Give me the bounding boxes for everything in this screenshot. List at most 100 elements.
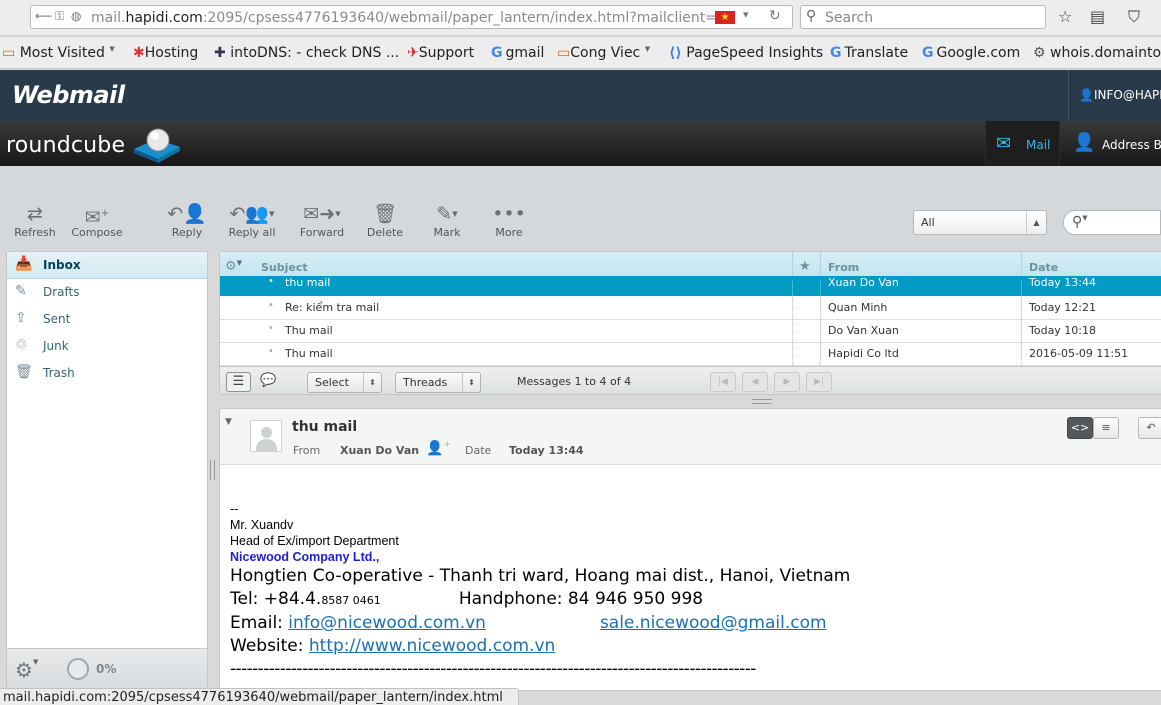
flag-star-icon[interactable]: ★: [799, 259, 811, 274]
signature-separator: --: [230, 502, 239, 516]
email-link-sale[interactable]: sale.nicewood@gmail.com: [600, 613, 827, 633]
forward-button[interactable]: ✉➜▼ Forward: [296, 202, 348, 244]
bookmark-google[interactable]: G Google.com: [922, 45, 1020, 61]
more-button[interactable]: ••• More: [486, 202, 532, 244]
preview-header: ▼ thu mail From Xuan Do Van 👤+ Date Toda…: [220, 409, 1161, 465]
row-date: 2016-05-09 11:51: [1029, 347, 1129, 360]
bookmark-pagespeed[interactable]: ⟨⟩ PageSpeed Insights: [669, 45, 823, 61]
signature-address: Hongtien Co-operative - Thanh tri ward, …: [230, 566, 851, 586]
reading-list-icon[interactable]: ▤: [1090, 7, 1105, 26]
bookmark-gmail[interactable]: Ggmail: [491, 45, 544, 61]
mail-toolbar: ⇄ Refresh ✉+ Compose ↶👤 Reply ↶👥▼ Reply all …: [0, 166, 1161, 250]
message-preview: ▼ thu mail From Xuan Do Van 👤+ Date Toda…: [219, 408, 1161, 691]
refresh-button[interactable]: ⇄ Refresh: [12, 202, 58, 244]
updown-arrow-icon: ▲: [1026, 211, 1046, 234]
junk-icon: ♲: [15, 337, 28, 353]
last-page-icon[interactable]: ▶|: [806, 372, 832, 392]
folder-list: 📥 Inbox ✎ Drafts ⇪ Sent ♲ Junk 🗑 Trash ⚙▼ 0%: [6, 251, 208, 691]
delete-button[interactable]: 🗑 Delete: [362, 202, 408, 244]
reply-icon[interactable]: ↶: [1138, 417, 1161, 439]
pocket-icon[interactable]: ⛉: [1128, 7, 1140, 27]
star-icon[interactable]: ☆: [1058, 7, 1072, 26]
bookmark-cong-viec[interactable]: ▭Cong Viec ▼: [557, 45, 650, 61]
column-date[interactable]: Date: [1029, 261, 1058, 274]
user-menu[interactable]: 👤INFO@HAPIDI: [1068, 70, 1161, 121]
html-view-icon[interactable]: <>: [1067, 417, 1093, 439]
table-row[interactable]: • Thu mail Hapidi Co ltd 2016-05-09 11:5…: [220, 343, 1161, 366]
bookmark-whois[interactable]: ⚙ whois.domainto: [1033, 45, 1161, 61]
signature-department: Head of Ex/import Department: [230, 534, 399, 548]
pagespeed-icon: ⟨⟩: [669, 45, 682, 61]
contact-icon: 👤: [1073, 132, 1096, 153]
google-icon: G: [491, 45, 503, 61]
folder-footer: ⚙▼ 0%: [7, 648, 207, 691]
row-from: Xuan Do Van: [828, 276, 899, 289]
threads-icon[interactable]: 💬: [260, 373, 276, 388]
tab-mail[interactable]: ✉ Mail: [985, 121, 1060, 166]
horizontal-splitter[interactable]: [752, 399, 772, 404]
compose-button[interactable]: ✉+ Compose: [70, 202, 124, 244]
table-row[interactable]: • Re: kiểm tra mail Quan Minh Today 12:2…: [220, 297, 1161, 320]
vertical-splitter[interactable]: [210, 460, 215, 480]
folder-junk[interactable]: ♲ Junk: [7, 333, 207, 360]
signature-company: Nicewood Company Ltd.,: [230, 550, 380, 564]
dropdown-icon[interactable]: ▾: [743, 8, 749, 21]
bookmark-support[interactable]: ✈Support: [407, 45, 474, 61]
folder-settings-gear-icon[interactable]: ⚙▼: [15, 658, 38, 682]
from-value[interactable]: Xuan Do Van: [340, 444, 419, 457]
bookmark-intodns[interactable]: ✚ intoDNS: - check DNS ...: [214, 45, 399, 61]
list-view-toggle-icon[interactable]: ☰: [226, 372, 251, 392]
bookmark-most-visited[interactable]: ▭ Most Visited ▼: [2, 45, 115, 61]
quota-text: 0%: [96, 662, 117, 676]
webmail-logo[interactable]: Webmail: [12, 81, 125, 109]
roundcube-logo: roundcube: [6, 133, 126, 158]
column-from[interactable]: From: [828, 261, 859, 274]
bookmark-hosting[interactable]: ✱Hosting: [133, 45, 198, 61]
mark-pen-icon: ✎▼: [436, 203, 458, 225]
folder-icon: ▭: [2, 45, 16, 61]
table-row[interactable]: • thu mail Xuan Do Van Today 13:44: [220, 276, 1161, 296]
roundcube-cube-icon: [134, 128, 180, 163]
key-icon: ⚿: [55, 9, 65, 23]
search-placeholder: Search: [825, 10, 874, 26]
globe-icon: ◍: [71, 9, 82, 23]
signature-email: Email: info@nicewood.com.vn sale.nicewood…: [230, 613, 827, 633]
roundcube-topbar: roundcube ✉ Mail 👤 Address B: [0, 121, 1161, 166]
date-label: Date: [465, 444, 492, 457]
back-icon[interactable]: ⟵: [35, 9, 52, 23]
from-label: From: [293, 444, 321, 457]
forward-icon: ✉➜▼: [303, 203, 341, 225]
email-link-info[interactable]: info@nicewood.com.vn: [288, 613, 486, 633]
search-bar[interactable]: ⚲ Search: [800, 5, 1046, 29]
plain-text-view-icon[interactable]: ≡: [1093, 417, 1119, 439]
envelope-icon: ✉: [996, 133, 1012, 154]
next-page-icon[interactable]: ▶: [774, 372, 800, 392]
folder-drafts[interactable]: ✎ Drafts: [7, 279, 207, 306]
search-icon: ⚲: [1072, 214, 1083, 230]
mark-button[interactable]: ✎▼ Mark: [424, 202, 470, 244]
url-bar[interactable]: ⟵ ⚿ ◍ mail.hapidi.com:2095/cpsess4776193…: [30, 5, 793, 29]
list-options-gear-icon[interactable]: ⚙▼: [225, 259, 242, 274]
folder-sent[interactable]: ⇪ Sent: [7, 306, 207, 333]
add-contact-icon[interactable]: 👤+: [426, 440, 451, 457]
filter-select[interactable]: All ▲: [913, 210, 1047, 235]
url-text[interactable]: mail.hapidi.com:2095/cpsess4776193640/we…: [91, 10, 731, 26]
table-row[interactable]: • Thu mail Do Van Xuan Today 10:18: [220, 320, 1161, 343]
quick-search-input[interactable]: ⚲▼: [1063, 210, 1161, 235]
collapse-header-icon[interactable]: ▼: [225, 417, 232, 427]
reply-all-button[interactable]: ↶👥▼ Reply all: [222, 202, 282, 244]
folder-inbox[interactable]: 📥 Inbox: [7, 252, 207, 279]
column-subject[interactable]: Subject: [261, 261, 308, 274]
reply-button[interactable]: ↶👤 Reply: [164, 202, 210, 244]
inbox-icon: 📥: [15, 256, 33, 272]
threads-menu[interactable]: Threads ⬍: [395, 372, 481, 393]
folder-trash[interactable]: 🗑 Trash: [7, 360, 207, 387]
reload-icon[interactable]: ↻: [769, 8, 781, 24]
tab-address-book[interactable]: 👤 Address B: [1061, 121, 1161, 166]
select-menu[interactable]: Select ⬍: [307, 372, 382, 393]
vietnam-flag-icon: ★: [715, 11, 735, 24]
first-page-icon[interactable]: |◀: [710, 372, 736, 392]
previous-page-icon[interactable]: ◀: [742, 372, 768, 392]
website-link[interactable]: http://www.nicewood.com.vn: [309, 636, 555, 656]
bookmark-translate[interactable]: G Translate: [830, 45, 908, 61]
